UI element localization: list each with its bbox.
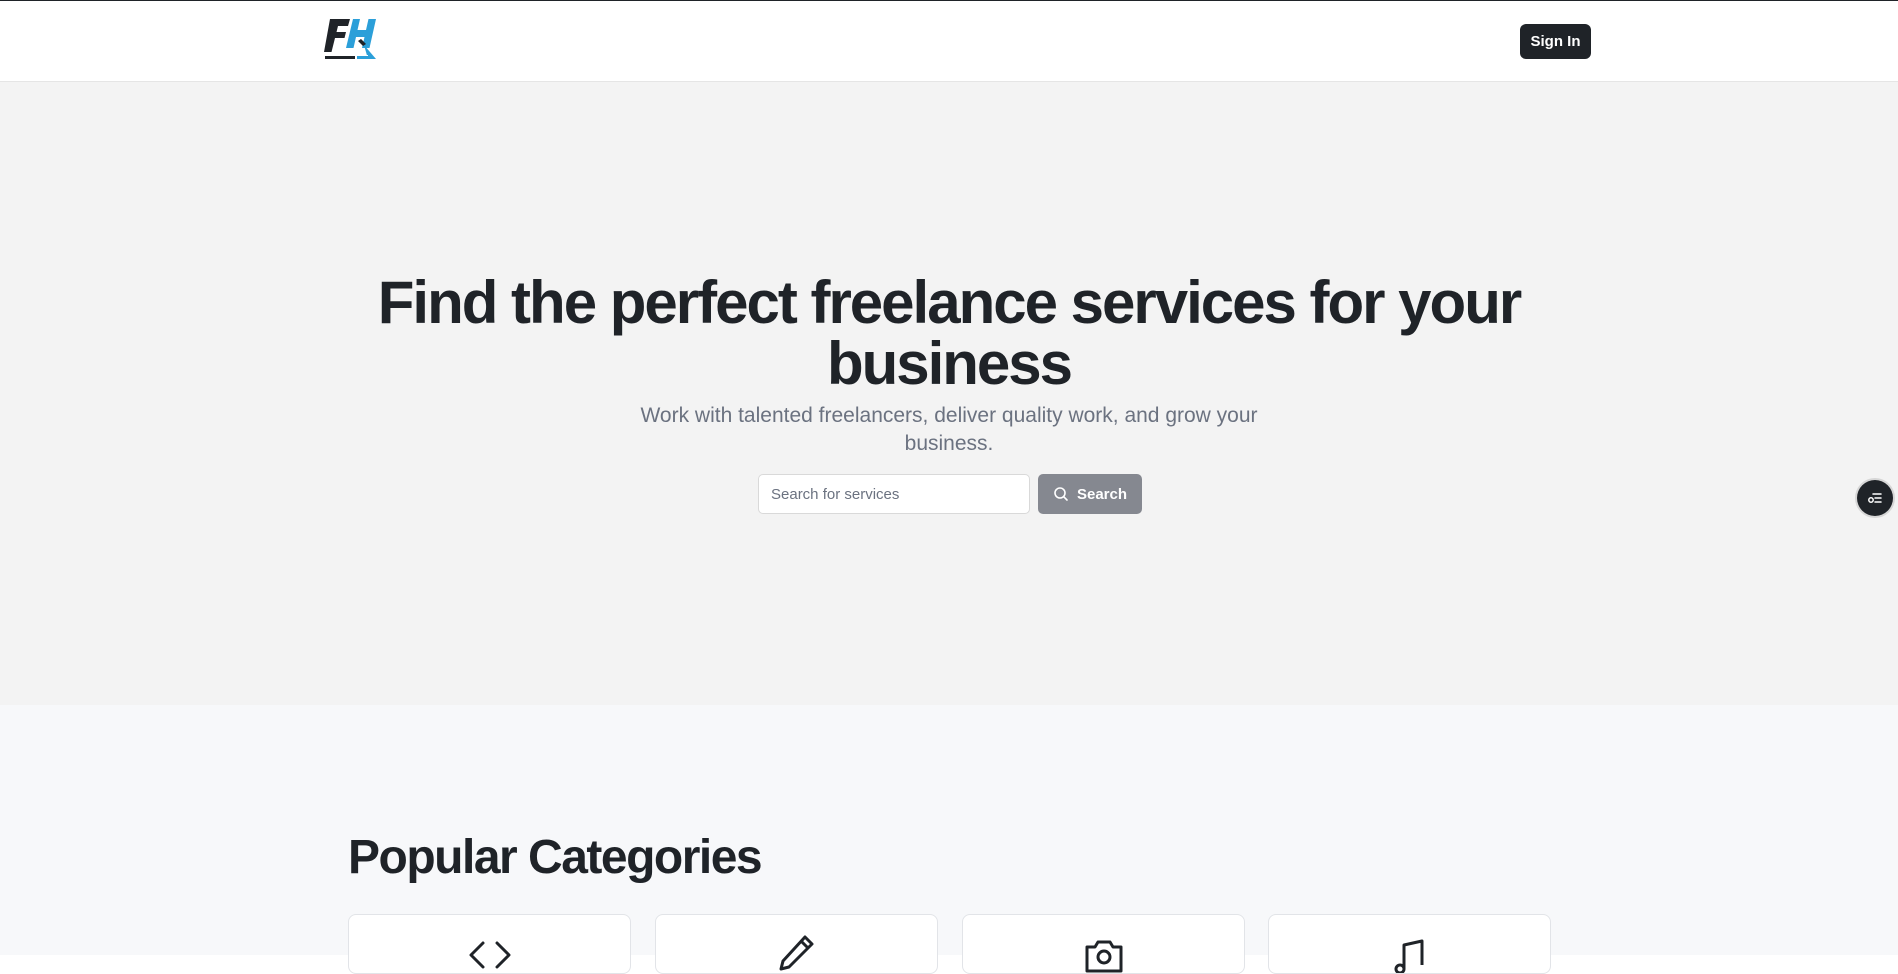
camera-icon [1085,940,1122,973]
logo[interactable] [324,15,380,65]
logo-mark-icon [324,19,376,60]
settings-toggle-icon [1868,493,1882,503]
code-icon [469,941,510,969]
search-button[interactable]: Search [1038,474,1142,514]
search-button-label: Search [1076,485,1128,503]
category-card-writing[interactable] [655,914,938,974]
search-icon [1054,487,1068,501]
floating-settings-button[interactable] [1857,480,1893,516]
music-icon [1394,939,1423,973]
hero-title-line-1: Find the perfect freelance services for … [377,269,1522,336]
section-title: Popular Categories [348,831,763,884]
hero-subtitle-line-2: business. [904,432,994,455]
category-card-photography[interactable] [962,914,1245,974]
hero-title: Find the perfect freelance services for … [0,272,1898,394]
hero-title-line-2: business [826,330,1073,397]
navbar: Sign In [0,1,1898,82]
hero-subtitle: Work with talented freelancers, deliver … [0,402,1898,458]
search-input[interactable] [758,474,1030,514]
category-card-code[interactable] [348,914,631,974]
popular-categories-section: Popular Categories [0,705,1898,974]
hero-subtitle-line-1: Work with talented freelancers, deliver … [640,404,1258,427]
hero-section: Find the perfect freelance services for … [0,82,1898,705]
category-card-music[interactable] [1268,914,1551,974]
pen-icon [779,935,813,971]
sign-in-button[interactable]: Sign In [1520,24,1591,59]
